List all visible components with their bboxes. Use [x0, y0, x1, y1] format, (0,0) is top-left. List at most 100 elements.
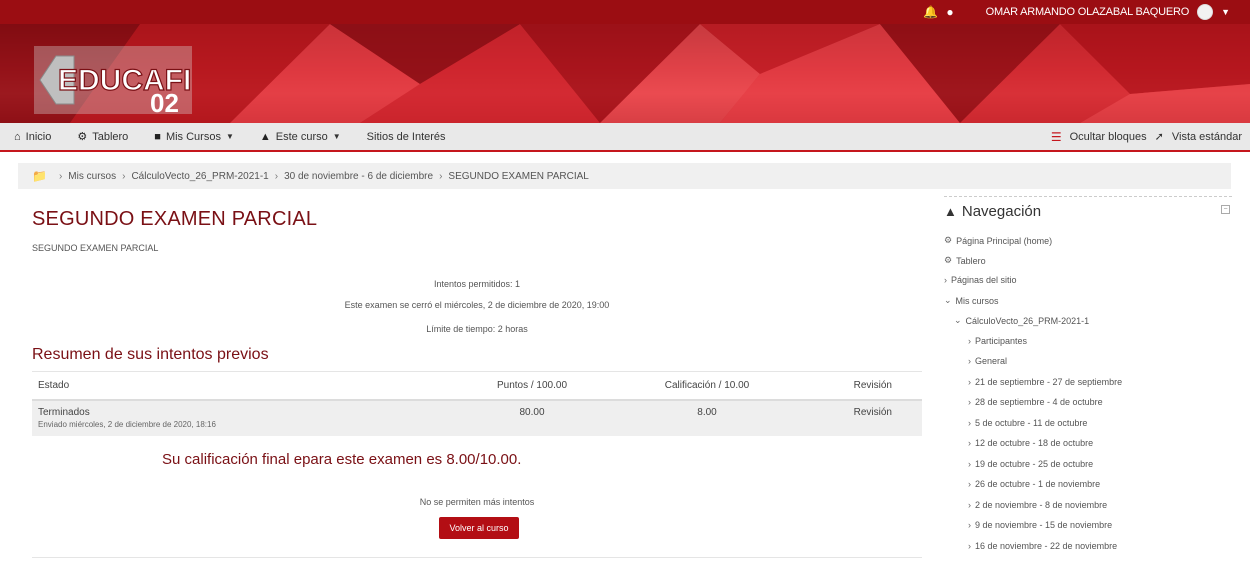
expand-icon: ➚	[1154, 131, 1164, 143]
nav-tablero-label: Tablero	[92, 130, 129, 143]
column-header: Estado	[32, 371, 452, 401]
chevron-right-icon: ›	[968, 377, 971, 387]
tree-item-label: Tablero	[956, 255, 986, 266]
standard-view-link[interactable]: Vista estándar	[1172, 131, 1242, 143]
attempt-points: 80.00	[452, 399, 612, 436]
tree-item-home[interactable]: ⚙ Página Principal (home)	[944, 235, 1052, 246]
chevron-right-icon: ›	[968, 356, 971, 366]
quiz-summary: SEGUNDO EXAMEN PARCIAL SEGUNDO EXAMEN PA…	[32, 208, 922, 558]
breadcrumb-item[interactable]: CálculoVecto_26_PRM-2021-1	[131, 171, 268, 182]
column-header: Puntos / 100.00	[452, 371, 612, 401]
chevron-right-icon: ›	[968, 397, 971, 407]
navigation-block-header: ▲ Navegación	[944, 203, 1041, 220]
nav-tablero[interactable]: ⚙ Tablero	[77, 130, 129, 144]
hide-blocks-link[interactable]: Ocultar bloques	[1070, 131, 1147, 143]
dashboard-icon: ⚙	[77, 131, 88, 143]
top-bar: 🔔 ● OMAR ARMANDO OLAZABAL BAQUERO ▼	[0, 0, 1250, 24]
tree-item-label: Páginas del sitio	[951, 275, 1017, 285]
no-more-attempts: No se permiten más intentos	[419, 497, 535, 507]
collapse-block-icon[interactable]: −	[1221, 205, 1230, 214]
logo-number: 02	[150, 88, 179, 114]
user-menu-area: 🔔 ● OMAR ARMANDO OLAZABAL BAQUERO ▼	[923, 0, 1230, 24]
tree-item-label: Participantes	[975, 336, 1028, 346]
nav-este-curso[interactable]: ▲ Este curso ▼	[260, 131, 341, 143]
sitemap-icon: ▲	[259, 130, 271, 143]
nav-inicio-label: Inicio	[25, 130, 52, 143]
tree-item-section[interactable]: › 16 de noviembre - 22 de noviembre	[968, 541, 1117, 551]
chevron-right-icon: ›	[968, 418, 971, 428]
dashboard-icon: ⚙	[944, 235, 953, 245]
attempts-allowed: Intentos permitidos: 1	[433, 279, 521, 289]
chevron-right-icon: ›	[968, 500, 971, 510]
tree-item-label: 28 de septiembre - 4 de octubre	[975, 397, 1103, 407]
attempt-state: Terminados	[38, 406, 90, 418]
final-grade-text: Su calificación final epara este examen …	[162, 451, 522, 468]
tree-item-section[interactable]: › 9 de noviembre - 15 de noviembre	[968, 520, 1112, 530]
table-row: Terminados Enviado miércoles, 2 de dicie…	[32, 399, 922, 436]
tree-item-section[interactable]: › 21 de septiembre - 27 de septiembre	[968, 377, 1122, 387]
page-title: SEGUNDO EXAMEN PARCIAL	[32, 208, 318, 230]
chevron-down-icon[interactable]: ▼	[1221, 7, 1230, 17]
tree-item-course[interactable]: ⌄ CálculoVecto_26_PRM-2021-1	[954, 315, 1089, 326]
chevron-down-icon: ⌄	[954, 315, 962, 325]
sitemap-icon: ▲	[944, 204, 957, 219]
review-link[interactable]: Revisión	[802, 399, 922, 436]
back-to-course-button[interactable]: Volver al curso	[439, 517, 519, 539]
dashboard-icon: ⚙	[944, 255, 953, 265]
tree-item-section[interactable]: › 5 de octubre - 11 de octubre	[968, 418, 1087, 428]
attempt-submitted-date: Enviado miércoles, 2 de diciembre de 202…	[38, 419, 216, 429]
tree-item-section[interactable]: › 28 de septiembre - 4 de octubre	[968, 397, 1103, 407]
attempts-table: Estado Puntos / 100.00 Calificación / 10…	[32, 371, 922, 436]
tree-item-label: Mis cursos	[955, 295, 999, 306]
tree-item-paginas[interactable]: › Páginas del sitio	[944, 275, 1017, 285]
tree-item-section[interactable]: › 12 de octubre - 18 de octubre	[968, 438, 1093, 448]
nav-inicio[interactable]: ⌂ Inicio	[14, 131, 51, 143]
chat-bubble-icon[interactable]: ●	[946, 0, 953, 24]
tree-item-section[interactable]: › Participantes	[968, 336, 1027, 346]
tree-item-tablero[interactable]: ⚙ Tablero	[944, 255, 986, 266]
tree-item-section[interactable]: › 2 de noviembre - 8 de noviembre	[968, 500, 1107, 510]
tree-item-label: 26 de octubre - 1 de noviembre	[975, 479, 1101, 489]
tree-item-label: 2 de noviembre - 8 de noviembre	[975, 500, 1108, 510]
chevron-down-icon: ▼	[332, 132, 341, 141]
chevron-down-icon: ⌄	[944, 295, 952, 305]
breadcrumb-separator: ›	[274, 170, 279, 182]
time-limit: Límite de tiempo: 2 horas	[426, 324, 528, 334]
chevron-down-icon: ▼	[225, 132, 234, 141]
avatar[interactable]	[1197, 4, 1214, 20]
breadcrumb-item[interactable]: Mis cursos	[68, 171, 116, 182]
tree-item-label: Página Principal (home)	[956, 235, 1053, 246]
breadcrumb: 📁 › Mis cursos › CálculoVecto_26_PRM-202…	[18, 163, 1231, 189]
tree-item-label: 12 de octubre - 18 de octubre	[975, 438, 1094, 448]
tree-item-section[interactable]: › General	[968, 356, 1007, 366]
navigation-block: ▲ Navegación − ⚙ Página Principal (home)…	[944, 196, 1232, 565]
bell-icon[interactable]: 🔔	[923, 0, 938, 24]
home-icon: ⌂	[14, 130, 21, 143]
breadcrumb-item[interactable]: 30 de noviembre - 6 de diciembre	[284, 171, 433, 182]
site-banner: EDUCAFI 02	[0, 24, 1250, 123]
folder-icon: 📁	[32, 169, 47, 183]
tree-item-mis-cursos[interactable]: ⌄ Mis cursos	[944, 295, 999, 306]
breadcrumb-separator: ›	[122, 170, 126, 182]
tree-item-section[interactable]: › 19 de octubre - 25 de octubre	[968, 459, 1093, 469]
tree-item-section[interactable]: › 26 de octubre - 1 de noviembre	[968, 479, 1100, 489]
briefcase-icon: ■	[154, 130, 161, 143]
tree-item-label: 16 de noviembre - 22 de noviembre	[975, 541, 1118, 551]
column-header: Calificación / 10.00	[612, 371, 802, 401]
chevron-right-icon: ›	[968, 541, 971, 551]
user-name[interactable]: OMAR ARMANDO OLAZABAL BAQUERO	[986, 6, 1190, 18]
quiz-closed-info: Este examen se cerró el miércoles, 2 de …	[344, 300, 610, 310]
navigation-block-title: Navegación	[961, 203, 1042, 220]
chevron-right-icon: ›	[968, 459, 971, 469]
previous-attempts-heading: Resumen de sus intentos previos	[32, 346, 269, 363]
educafi-logo[interactable]: EDUCAFI 02	[34, 46, 192, 114]
divider	[32, 557, 922, 558]
column-header: Revisión	[802, 371, 922, 401]
tree-item-label: 19 de octubre - 25 de octubre	[975, 459, 1094, 469]
nav-sitios[interactable]: Sitios de Interés	[367, 131, 446, 143]
tree-item-label: CálculoVecto_26_PRM-2021-1	[965, 315, 1090, 326]
chevron-right-icon: ›	[968, 336, 971, 346]
quiz-description: SEGUNDO EXAMEN PARCIAL	[32, 243, 159, 253]
breadcrumb-item[interactable]: SEGUNDO EXAMEN PARCIAL	[448, 171, 588, 182]
nav-mis-cursos[interactable]: ■ Mis Cursos ▼	[154, 131, 234, 143]
